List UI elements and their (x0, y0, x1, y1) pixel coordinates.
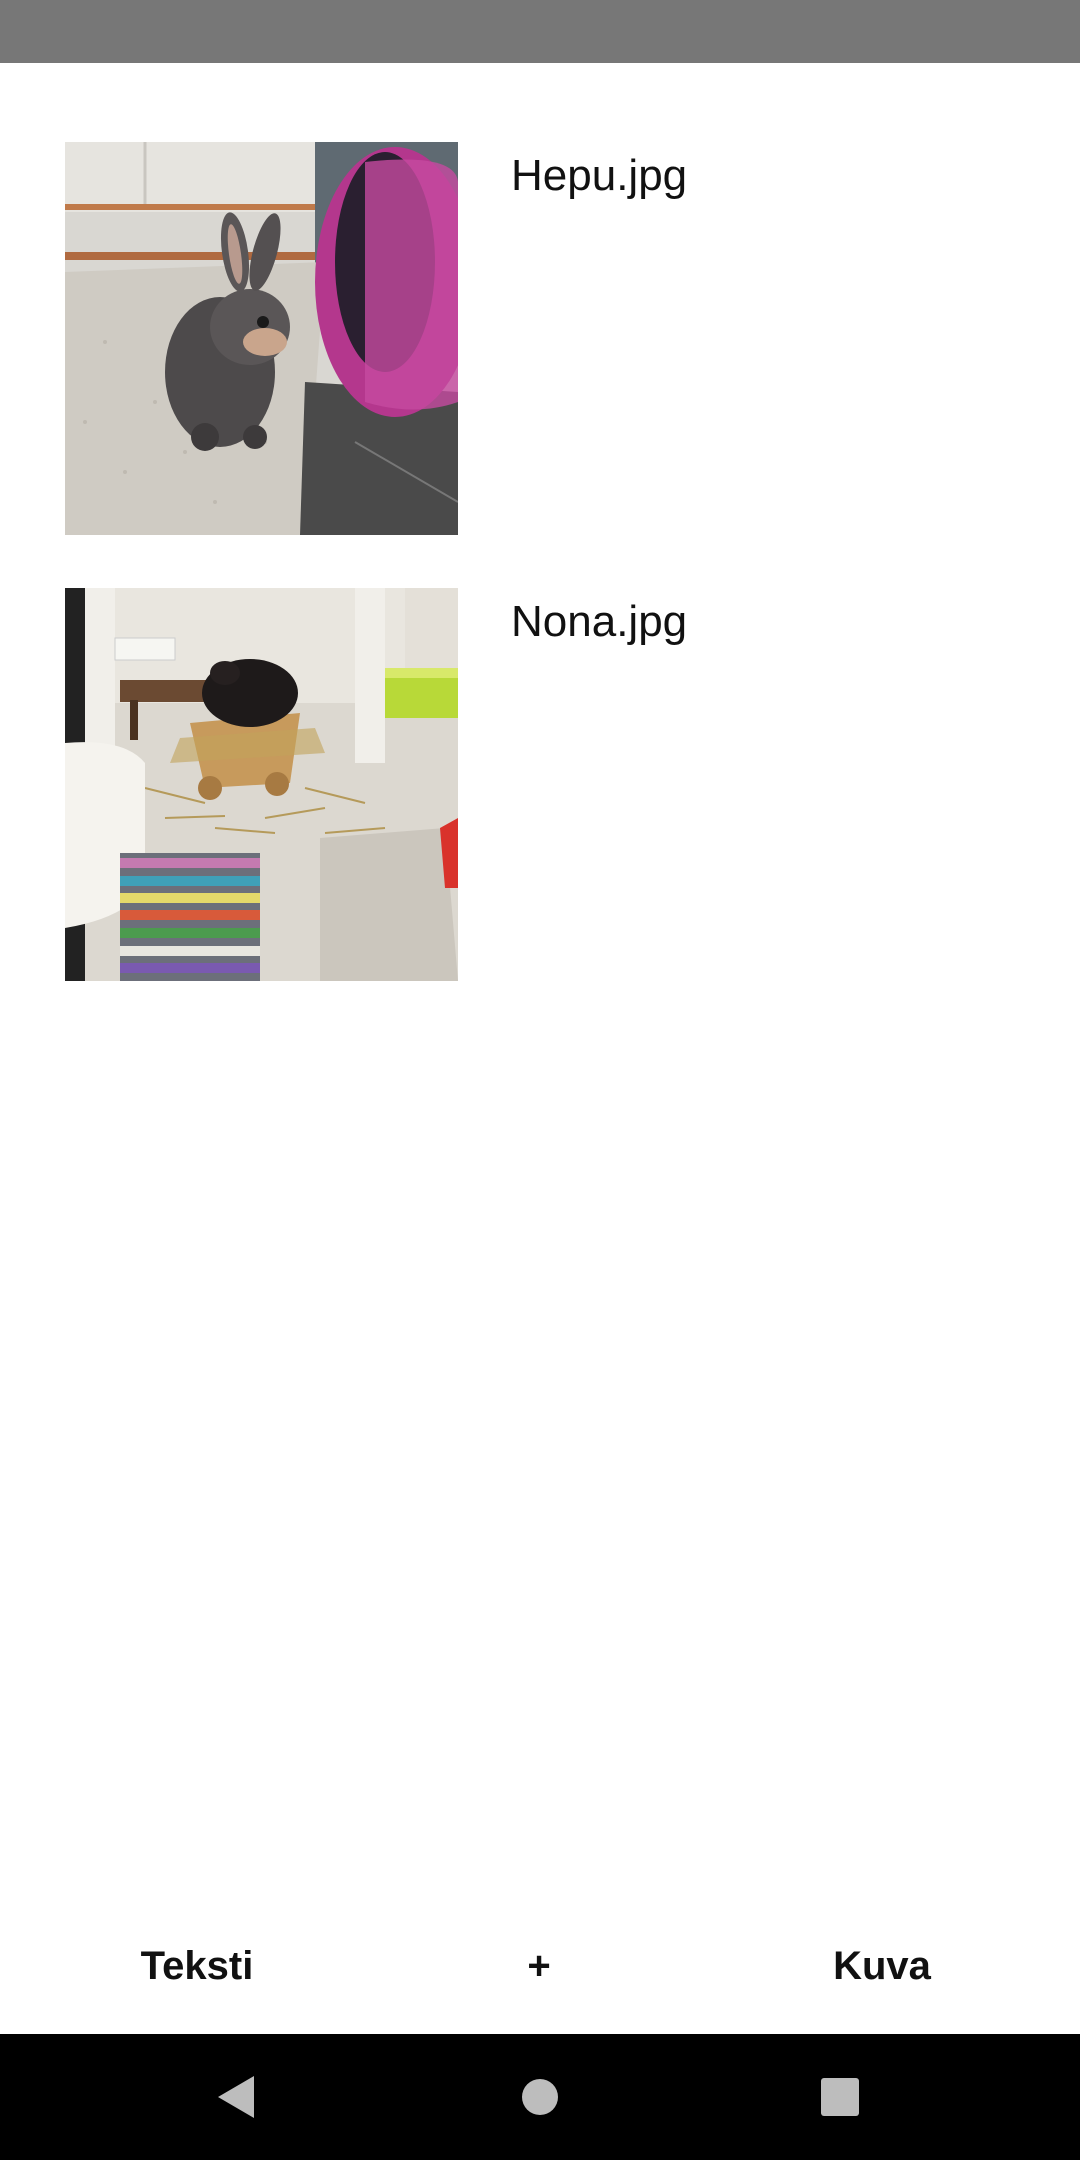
circle-home-icon (522, 2079, 558, 2115)
square-recent-icon (821, 2078, 859, 2116)
system-navigation-bar (0, 2034, 1080, 2160)
add-button[interactable]: + (394, 1898, 684, 2034)
list-item[interactable]: Hepu.jpg (0, 142, 1080, 536)
bottom-action-bar: Teksti + Kuva (0, 1898, 1080, 2034)
home-button[interactable] (505, 2062, 575, 2132)
list-item[interactable]: Nona.jpg (0, 588, 1080, 982)
rabbit-photo-nona (65, 588, 458, 981)
triangle-back-icon (218, 2076, 254, 2118)
image-button[interactable]: Kuva (684, 1898, 1080, 2034)
rabbit-photo-hepu (65, 142, 458, 535)
status-bar (0, 0, 1080, 63)
back-button[interactable] (201, 2062, 271, 2132)
recent-apps-button[interactable] (805, 2062, 875, 2132)
file-name: Nona.jpg (511, 597, 688, 646)
text-button[interactable]: Teksti (0, 1898, 394, 2034)
image-thumbnail[interactable] (65, 142, 458, 535)
image-thumbnail[interactable] (65, 588, 458, 981)
file-name: Hepu.jpg (511, 151, 688, 200)
